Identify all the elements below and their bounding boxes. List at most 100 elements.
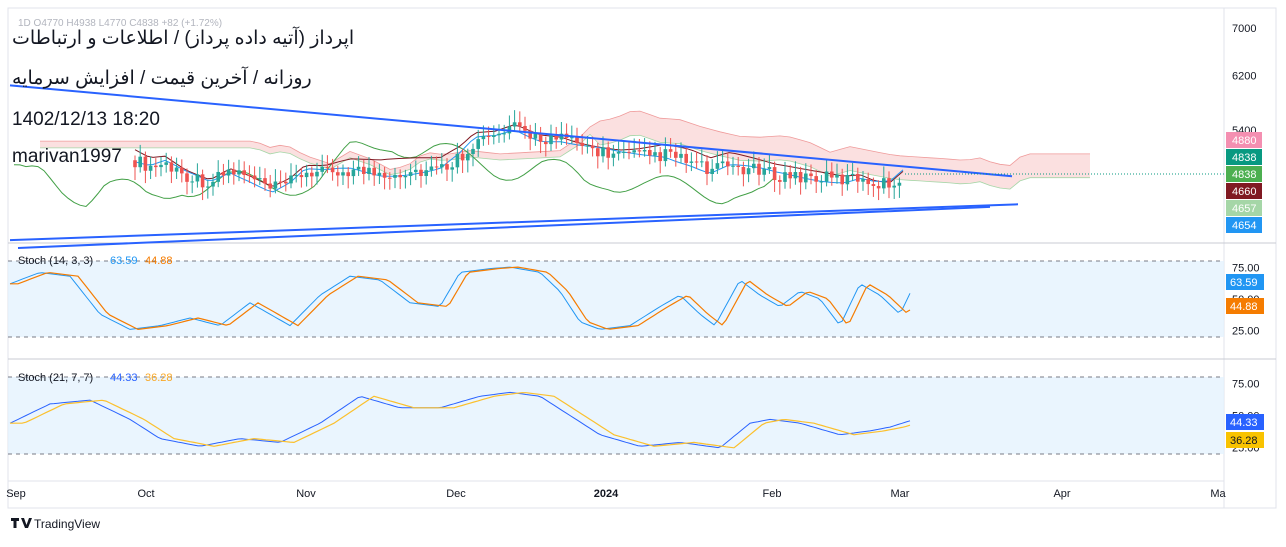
candle[interactable] [538,126,543,154]
candle-body [304,172,309,178]
candle[interactable] [310,166,314,188]
candle[interactable] [892,179,896,199]
candle[interactable] [533,123,538,146]
candle[interactable] [611,144,616,167]
candle[interactable] [866,172,870,196]
chart-svg[interactable]: 1D O4770 H4938 L4770 C4838 +82 (+1.72%) … [0,0,1286,542]
candle-body [679,153,683,158]
candle[interactable] [304,164,309,187]
candle-body [200,174,205,188]
candle[interactable] [793,161,798,185]
candle[interactable] [247,165,252,183]
candle-body [278,181,283,183]
trendline[interactable] [9,84,1013,178]
stoch2-band [8,377,1224,454]
candle[interactable] [268,174,272,198]
candle[interactable] [195,163,200,188]
candle[interactable] [772,161,777,192]
candle[interactable] [351,160,356,185]
candle-body [424,170,428,176]
price-badge: 4660 [1226,183,1262,199]
stoch2-d-value: 36.28 [145,372,173,384]
candle-body [757,163,761,175]
candle[interactable] [159,156,163,177]
candle[interactable] [263,168,267,191]
candle[interactable] [814,169,818,193]
candle[interactable] [138,144,142,173]
candle-body [580,142,584,146]
candle[interactable] [700,149,704,168]
stoch1-title: Stoch (14, 3, 3) [18,255,93,267]
trendline[interactable] [9,203,1019,242]
candle[interactable] [507,115,512,140]
candle[interactable] [232,162,236,185]
candle[interactable] [554,126,558,149]
candle[interactable] [419,164,423,188]
candle[interactable] [861,170,865,191]
candle[interactable] [684,146,688,173]
candle[interactable] [798,166,803,195]
candle[interactable] [497,124,501,143]
candle[interactable] [200,169,205,201]
candle[interactable] [403,169,408,189]
candle[interactable] [289,163,293,189]
candle-body [195,174,200,182]
tradingview-logo[interactable]: TradingView [11,517,100,531]
candle[interactable] [512,110,517,132]
candle[interactable] [221,163,226,185]
candle[interactable] [694,151,699,169]
candle-body [752,163,756,169]
overlay-datetime: 1402/12/13 18:20 [12,109,160,130]
candle-body [414,169,418,173]
candle[interactable] [705,155,709,186]
candle[interactable] [174,157,179,179]
candle[interactable] [689,152,694,172]
candle[interactable] [804,163,808,190]
candle[interactable] [778,175,782,195]
candle[interactable] [876,180,881,201]
candle-body [133,160,137,168]
candle[interactable] [627,141,631,160]
candle[interactable] [731,156,735,175]
price-badges: 4880 4838 4838 4660 4657 4654 63.59 44.88 44.33 3… [1226,132,1264,448]
candle[interactable] [278,170,283,188]
candle[interactable] [424,161,428,185]
candle[interactable] [226,159,231,184]
candle-body [856,173,860,182]
candle[interactable] [190,175,194,194]
candle[interactable] [450,161,454,182]
candle[interactable] [216,160,220,188]
candle[interactable] [528,124,532,151]
candle[interactable] [564,123,569,145]
candle[interactable] [518,111,522,133]
trendline[interactable] [17,205,991,249]
candle-body [393,174,397,178]
candle[interactable] [346,167,350,189]
candle[interactable] [590,136,595,157]
candle[interactable] [284,172,288,192]
candle[interactable] [819,175,824,193]
candle[interactable] [606,141,610,170]
candle[interactable] [788,165,792,189]
candle[interactable] [897,177,902,198]
time-axis[interactable]: Sep Oct Nov Dec 2024 Feb Mar Apr Ma [6,488,1226,500]
candle[interactable] [362,159,366,185]
candle[interactable] [258,166,262,186]
candle[interactable] [133,155,137,180]
candle[interactable] [154,158,158,177]
candle[interactable] [648,141,652,165]
candle[interactable] [549,124,553,151]
candle[interactable] [148,156,153,180]
candle[interactable] [658,146,662,174]
candle[interactable] [710,159,714,182]
price-axis[interactable]: 70006200540075.0050.0025.0075.0050.0025.… [1232,23,1260,455]
price-badge-label: 4838 [1232,169,1256,181]
stoch-value-badge-label: 36.28 [1230,435,1258,447]
candle[interactable] [341,164,345,185]
candle-body [705,161,709,174]
candle[interactable] [746,158,751,183]
chart-root: 1D O4770 H4938 L4770 C4838 +82 (+1.72%) … [0,0,1286,542]
candle[interactable] [180,159,184,183]
candle-body [663,149,668,162]
candle[interactable] [169,156,174,184]
